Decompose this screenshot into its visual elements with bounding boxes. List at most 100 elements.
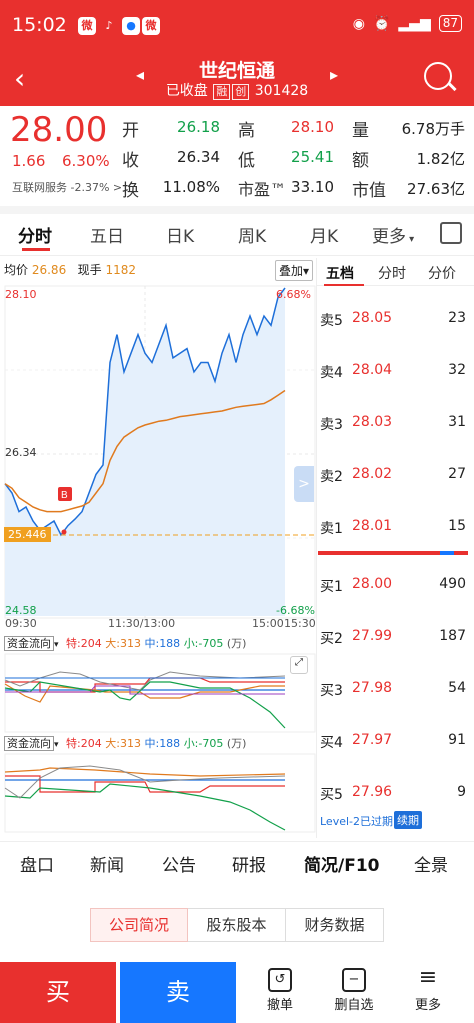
bid-level-label: 买3: [320, 683, 343, 699]
bid-row[interactable]: 买1 28.00 490: [320, 576, 470, 596]
tab-price-dist[interactable]: 分价: [428, 263, 456, 283]
ask-level-label: 卖3: [320, 417, 343, 433]
tab-news[interactable]: 新闻: [90, 851, 124, 876]
current-price: 28.00: [10, 110, 108, 150]
bid-row[interactable]: 买3 27.98 54: [320, 680, 470, 700]
ask-price: 28.05: [352, 310, 393, 326]
bid-row[interactable]: 买4 27.97 91: [320, 732, 470, 752]
stock-subtitle: 已收盘 融创 301428: [165, 83, 309, 100]
tab-panorama[interactable]: 全景: [414, 851, 448, 876]
bid-row[interactable]: 买2 27.99 187: [320, 628, 470, 648]
ask-price: 28.02: [352, 466, 393, 482]
ask-level-label: 卖1: [320, 521, 343, 537]
buy-button[interactable]: 买: [0, 962, 116, 1023]
tab-research[interactable]: 研报: [232, 851, 266, 876]
search-icon[interactable]: [424, 62, 457, 92]
market-cap-value: 27.63亿: [407, 180, 465, 198]
tab-underline: [324, 284, 364, 286]
ask-volume: 31: [448, 414, 466, 430]
bid-price: 27.97: [352, 732, 393, 748]
low-value: 25.41: [291, 148, 334, 166]
battery-icon: 87: [438, 15, 462, 32]
y-top-label: 28.10: [5, 288, 37, 301]
bid-ask-ratio-bar-blue: [440, 551, 454, 555]
menu-icon: ≡: [418, 965, 438, 990]
x-label-end: 15:30: [284, 617, 316, 630]
y-mid-label: 26.34: [5, 446, 37, 459]
volume-value: 6.78万手: [401, 120, 465, 138]
status-bar: 15:02 微 ♪ ● 微 ◉ ⏰ ▂▄▆ 87: [0, 0, 474, 52]
ask-row[interactable]: 卖3 28.03 31: [320, 414, 470, 434]
tab-daily-k[interactable]: 日K: [166, 222, 194, 247]
minus-icon: −: [342, 968, 366, 992]
tab-monthly-k[interactable]: 月K: [310, 222, 338, 247]
ask-price: 28.03: [352, 414, 393, 430]
y-bottom-label: 24.58: [5, 604, 37, 617]
ask-row[interactable]: 卖2 28.02 27: [320, 466, 470, 486]
prev-close-label: 收: [122, 151, 139, 171]
sector-link[interactable]: 互联网服务 -2.37% >: [12, 179, 122, 195]
bid-price: 27.99: [352, 628, 393, 644]
low-label: 低: [238, 151, 255, 171]
pct-bottom-label: -6.68%: [276, 604, 315, 617]
stock-name: 世纪恒通: [198, 60, 275, 82]
bid-volume: 490: [439, 576, 466, 592]
open-value: 26.18: [177, 118, 220, 136]
tab-more[interactable]: 更多 ▾: [372, 222, 414, 247]
fullscreen-icon[interactable]: [440, 222, 462, 244]
bid-price: 27.98: [352, 680, 393, 696]
more-button[interactable]: ≡ 更多: [398, 965, 458, 1014]
cancel-order-button[interactable]: ↺ 撤单: [250, 966, 310, 1013]
pe-label: 市盈™: [238, 180, 287, 199]
x-label-mid: 11:30/13:00: [108, 617, 176, 630]
tab-weekly-k[interactable]: 周K: [238, 222, 266, 247]
sell-button[interactable]: 卖: [120, 962, 236, 1023]
expand-panel-icon[interactable]: >: [294, 466, 314, 502]
tab-f10[interactable]: 简况/F10: [304, 851, 379, 876]
ask-price: 28.04: [352, 362, 393, 378]
x-label-open: 09:30: [5, 617, 37, 630]
seg-company-profile[interactable]: 公司简况: [90, 908, 188, 942]
ask-row[interactable]: 卖1 28.01 15: [320, 518, 470, 538]
ref-price-label: 25.446: [4, 527, 51, 542]
ask-row[interactable]: 卖5 28.05 23: [320, 310, 470, 330]
weibo-icon: 微: [142, 17, 160, 35]
eye-icon: ◉: [352, 15, 365, 32]
ask-level-label: 卖4: [320, 365, 343, 381]
ask-volume: 32: [448, 362, 466, 378]
douyin-icon: ♪: [105, 19, 113, 32]
level2-expired: Level-2已过期: [320, 815, 394, 828]
ask-row[interactable]: 卖4 28.04 32: [320, 362, 470, 382]
tab-5day[interactable]: 五日: [90, 222, 124, 247]
bid-level-label: 买5: [320, 787, 343, 803]
seg-shareholders[interactable]: 股东股本: [188, 908, 286, 942]
tab-five-levels[interactable]: 五档: [326, 263, 354, 283]
undo-icon: ↺: [268, 968, 292, 992]
alarm-icon: ⏰: [372, 15, 391, 32]
overlay-button[interactable]: 叠加▾: [275, 260, 314, 281]
seg-financials[interactable]: 财务数据: [286, 908, 384, 942]
price-change: 1.66: [12, 152, 46, 170]
signal-icon: ▂▄▆: [398, 15, 431, 32]
ask-level-label: 卖5: [320, 313, 343, 329]
remove-watchlist-button[interactable]: − 删自选: [324, 966, 384, 1013]
prev-close-value: 26.34: [177, 148, 220, 166]
bid-level-label: 买1: [320, 579, 343, 595]
tab-ticks[interactable]: 分时: [378, 263, 406, 283]
bid-volume: 187: [439, 628, 466, 644]
bid-volume: 9: [457, 784, 466, 800]
bid-price: 27.96: [352, 784, 393, 800]
tab-announcements[interactable]: 公告: [162, 851, 196, 876]
tab-market-depth[interactable]: 盘口: [20, 851, 54, 876]
turnover-value: 11.08%: [162, 178, 220, 196]
chat-icon: ●: [122, 17, 140, 35]
ask-volume: 15: [448, 518, 466, 534]
high-label: 高: [238, 121, 255, 141]
intraday-chart[interactable]: B: [0, 282, 316, 622]
flow-chart-2: [4, 753, 316, 833]
divider: [0, 206, 474, 214]
bid-row[interactable]: 买5 27.96 9: [320, 784, 470, 804]
tab-intraday[interactable]: 分时: [18, 222, 52, 247]
renew-button[interactable]: 续期: [394, 811, 422, 829]
market-cap-label: 市值: [352, 181, 386, 201]
